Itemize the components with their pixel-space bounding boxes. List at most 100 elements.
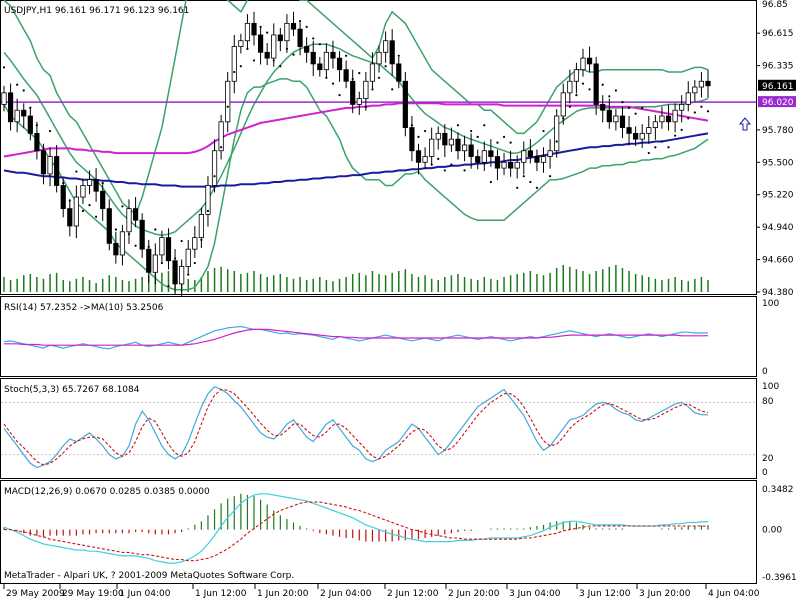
candle-body-up bbox=[284, 22, 290, 42]
candle-body-up bbox=[383, 40, 389, 53]
stoch-pane-title: Stoch(5,3,3) 65.7267 68.1084 bbox=[4, 385, 140, 395]
candle-body-up bbox=[435, 132, 441, 140]
candle-body-up bbox=[554, 115, 560, 152]
candle-body-down bbox=[330, 51, 336, 59]
sar-dot bbox=[535, 186, 539, 189]
sar-dot bbox=[483, 124, 486, 127]
candle-body-up bbox=[521, 150, 527, 163]
hline-price-label: 96.020 bbox=[762, 98, 794, 108]
candle-body-up bbox=[225, 80, 231, 123]
sar-dot bbox=[614, 89, 617, 92]
sar-dot bbox=[252, 59, 256, 62]
sar-dot bbox=[193, 261, 196, 265]
sar-dot bbox=[476, 135, 479, 138]
sar-dot bbox=[338, 94, 341, 97]
candle-body-down bbox=[264, 51, 270, 59]
sar-dot bbox=[345, 54, 348, 57]
candle-body-up bbox=[429, 138, 435, 157]
candle-body-up bbox=[238, 40, 244, 47]
sar-dot bbox=[384, 65, 387, 68]
candle-body-up bbox=[152, 254, 158, 273]
candle-body-up bbox=[376, 51, 382, 65]
sar-dot bbox=[680, 128, 683, 131]
candle-body-up bbox=[672, 109, 678, 123]
candle-body-down bbox=[455, 138, 461, 152]
candle-body-down bbox=[508, 161, 514, 169]
candle-body-up bbox=[692, 86, 698, 94]
candle-body-down bbox=[619, 115, 626, 128]
candle-body-up bbox=[659, 115, 665, 123]
price-tick-label: 96.335 bbox=[762, 62, 794, 72]
sar-dot bbox=[233, 70, 236, 74]
candle-body-down bbox=[113, 242, 119, 256]
sar-dot bbox=[167, 285, 170, 288]
stoch-tick-0: 0 bbox=[762, 468, 768, 478]
sar-dot bbox=[88, 204, 91, 207]
sar-dot bbox=[456, 124, 460, 127]
candle-body-down bbox=[468, 144, 474, 157]
candle-body-down bbox=[415, 150, 422, 163]
sar-dot bbox=[489, 180, 492, 184]
candle-body-down bbox=[389, 40, 395, 65]
rsi-tick-100: 100 bbox=[762, 299, 779, 309]
sar-dot bbox=[529, 180, 532, 184]
sar-dot bbox=[674, 134, 677, 137]
sar-dot bbox=[371, 88, 374, 91]
candle-body-up bbox=[1, 92, 7, 105]
candle-body-down bbox=[527, 150, 533, 157]
candle[interactable] bbox=[554, 109, 560, 158]
candle-body-up bbox=[573, 69, 580, 82]
stoch-tick-80: 80 bbox=[762, 397, 774, 407]
candle[interactable] bbox=[402, 72, 408, 137]
sar-dot bbox=[187, 273, 190, 276]
sar-dot bbox=[173, 257, 177, 260]
sar-dot bbox=[62, 182, 65, 185]
sar-dot bbox=[391, 88, 394, 91]
rsi-tick-0: 0 bbox=[762, 367, 768, 377]
macd-pane-title: MACD(12,26,9) 0.0670 0.0285 0.0385 0.000… bbox=[4, 487, 210, 497]
candle-body-up bbox=[14, 109, 20, 123]
chart-background bbox=[0, 0, 800, 600]
time-tick-label: 4 Jun 04:00 bbox=[708, 589, 760, 599]
sar-dot bbox=[16, 83, 19, 86]
candle-body-down bbox=[488, 150, 494, 157]
sar-dot bbox=[700, 105, 703, 108]
sar-dot bbox=[68, 199, 71, 202]
candle-body-up bbox=[560, 92, 566, 117]
sar-dot bbox=[272, 59, 275, 62]
sar-dot bbox=[75, 170, 78, 173]
sar-dot bbox=[522, 175, 525, 178]
sar-dot bbox=[410, 124, 414, 127]
candle-body-up bbox=[481, 150, 487, 163]
candle-body-down bbox=[106, 208, 112, 244]
sar-dot bbox=[220, 146, 223, 149]
candle-body-up bbox=[422, 156, 428, 163]
price-tick-label: 95.500 bbox=[762, 158, 794, 168]
sar-dot bbox=[48, 129, 52, 133]
time-tick-label: 2 Jun 12:00 bbox=[387, 589, 439, 599]
sar-dot bbox=[127, 233, 131, 236]
sar-dot bbox=[292, 53, 295, 56]
candle-body-down bbox=[633, 132, 639, 140]
candle-body-up bbox=[567, 80, 573, 94]
time-tick-label: 3 Jun 12:00 bbox=[579, 589, 631, 599]
sar-dot bbox=[154, 228, 157, 231]
sar-dot bbox=[575, 94, 578, 97]
candle-body-up bbox=[244, 22, 251, 42]
sar-dot bbox=[266, 31, 269, 34]
candle-body-down bbox=[93, 179, 99, 192]
sar-dot bbox=[423, 129, 427, 133]
candle-body-up bbox=[685, 92, 691, 105]
time-tick-label: 3 Jun 20:00 bbox=[639, 589, 691, 599]
time-tick-label: 29 May 19:00 bbox=[62, 589, 124, 599]
sar-dot bbox=[351, 77, 354, 81]
price-pane-title: USDJPY,H1 96.161 96.171 96.123 96.161 bbox=[4, 6, 189, 16]
candle-body-down bbox=[665, 115, 672, 123]
sar-dot bbox=[509, 141, 512, 144]
sar-dot bbox=[81, 209, 85, 213]
candle-body-down bbox=[402, 80, 408, 128]
sar-dot bbox=[667, 146, 670, 149]
sar-dot bbox=[706, 110, 710, 113]
time-tick-label: 2 Jun 20:00 bbox=[448, 589, 500, 599]
sar-dot bbox=[259, 25, 262, 28]
